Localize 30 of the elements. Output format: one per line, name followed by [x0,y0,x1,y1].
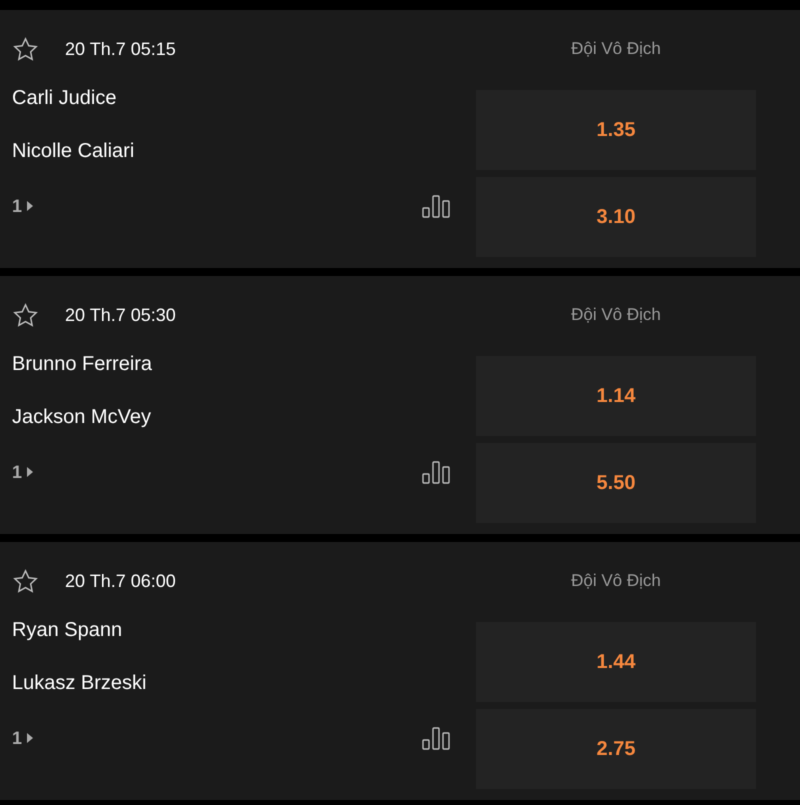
player-name: Jackson McVey [12,407,152,430]
match-time: 20 Th.7 06:00 [65,570,176,592]
player-name: Ryan Spann [12,620,124,643]
odds-button[interactable]: 1.44 [476,622,756,702]
odds-button[interactable]: 1.35 [476,90,756,170]
player-name: Carli Judice [12,88,118,111]
star-icon[interactable] [12,302,39,328]
bar-chart-icon[interactable] [422,460,450,484]
odds-button[interactable]: 3.10 [476,177,756,257]
star-icon[interactable] [12,36,39,62]
odds-button[interactable]: 1.14 [476,356,756,436]
player-name: Brunno Ferreira [12,354,154,377]
caret-icon [27,201,34,211]
bar-chart-icon[interactable] [422,194,450,218]
more-markets-link[interactable]: 1 [12,196,34,216]
match-time: 20 Th.7 05:15 [65,38,176,60]
caret-icon [27,733,34,743]
odds-button[interactable]: 2.75 [476,709,756,789]
odds-button[interactable]: 5.50 [476,443,756,523]
market-title: Đội Vô Địch [570,38,662,60]
player-name: Nicolle Caliari [12,141,136,164]
match-time: 20 Th.7 05:30 [65,304,176,326]
player-name: Lukasz Brzeski [12,673,148,696]
star-icon[interactable] [12,568,39,594]
caret-icon [27,467,34,477]
market-title: Đội Vô Địch [570,570,662,592]
more-markets-link[interactable]: 1 [12,728,34,748]
bar-chart-icon[interactable] [422,726,450,750]
more-markets-link[interactable]: 1 [12,462,34,482]
market-title: Đội Vô Địch [570,304,662,326]
